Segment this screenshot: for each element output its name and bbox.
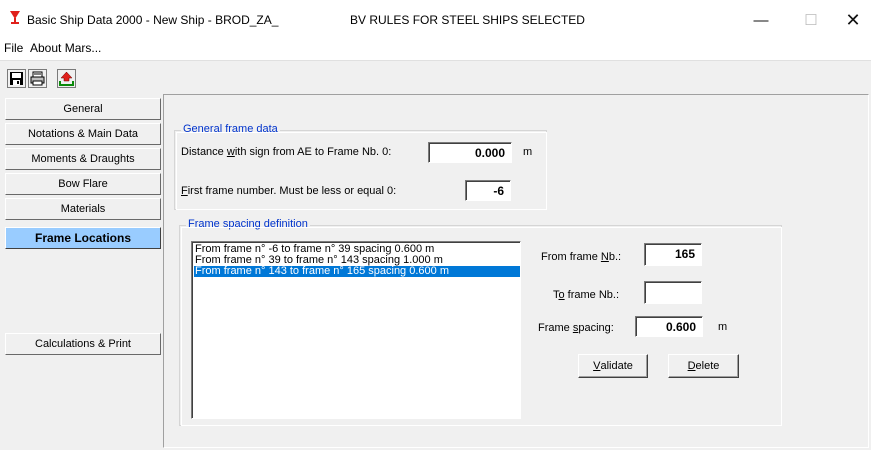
- validate-button[interactable]: Validate: [578, 354, 648, 378]
- general-frame-title: General frame data: [181, 123, 280, 135]
- print-icon: [30, 71, 45, 86]
- list-item-selected[interactable]: From frame n° 143 to frame n° 165 spacin…: [194, 266, 520, 277]
- distance-input[interactable]: 0.000: [428, 142, 512, 163]
- from-frame-label: From frame Nb.:: [541, 251, 622, 263]
- first-frame-label: First frame number. Must be less or equa…: [181, 185, 397, 197]
- rules-status: BV RULES FOR STEEL SHIPS SELECTED: [350, 13, 585, 27]
- maximize-button[interactable]: ☐: [788, 5, 834, 35]
- distance-label: Distance with sign from AE to Frame Nb. …: [181, 146, 392, 158]
- frame-spacing-group: Frame spacing definition From frame n° -…: [179, 218, 782, 426]
- title-bar: Basic Ship Data 2000 - New Ship - BROD_Z…: [0, 0, 871, 38]
- nav-frame-locations[interactable]: Frame Locations: [5, 227, 161, 249]
- nav-notations-main-data[interactable]: Notations & Main Data: [5, 123, 161, 145]
- frame-spacing-unit: m: [718, 321, 728, 333]
- menu-file[interactable]: File: [4, 41, 23, 55]
- nav-general[interactable]: General: [5, 98, 161, 120]
- app-icon: [10, 11, 20, 24]
- menu-bar: File About Mars...: [0, 38, 871, 60]
- to-frame-label: To frame Nb.:: [553, 289, 620, 301]
- first-frame-input[interactable]: -6: [465, 180, 511, 201]
- window-title: Basic Ship Data 2000 - New Ship - BROD_Z…: [27, 13, 279, 27]
- frame-spacing-input[interactable]: 0.600: [635, 316, 703, 337]
- print-button[interactable]: [28, 69, 47, 88]
- nav-calculations-print[interactable]: Calculations & Print: [5, 333, 161, 355]
- delete-button[interactable]: Delete: [668, 354, 739, 378]
- frame-spacing-label: Frame spacing:: [538, 322, 614, 334]
- nav-materials[interactable]: Materials: [5, 198, 161, 220]
- to-frame-input[interactable]: [644, 281, 702, 304]
- nav-bow-flare[interactable]: Bow Flare: [5, 173, 161, 195]
- frame-spacing-list[interactable]: From frame n° -6 to frame n° 39 spacing …: [191, 241, 521, 419]
- save-button[interactable]: [7, 69, 26, 88]
- minimize-button[interactable]: —: [738, 5, 784, 35]
- general-frame-group: General frame data Distance with sign fr…: [174, 123, 547, 210]
- distance-unit: m: [523, 146, 533, 158]
- menu-about[interactable]: About Mars...: [30, 41, 101, 55]
- nav-moments-draughts[interactable]: Moments & Draughts: [5, 148, 161, 170]
- export-icon: [59, 71, 74, 86]
- toolbar: [0, 60, 871, 95]
- export-button[interactable]: [57, 69, 76, 88]
- frame-spacing-title: Frame spacing definition: [186, 218, 310, 230]
- content-panel: General frame data Distance with sign fr…: [163, 94, 869, 448]
- from-frame-input[interactable]: 165: [644, 243, 702, 266]
- save-icon: [10, 72, 23, 85]
- close-button[interactable]: ✕: [830, 5, 871, 35]
